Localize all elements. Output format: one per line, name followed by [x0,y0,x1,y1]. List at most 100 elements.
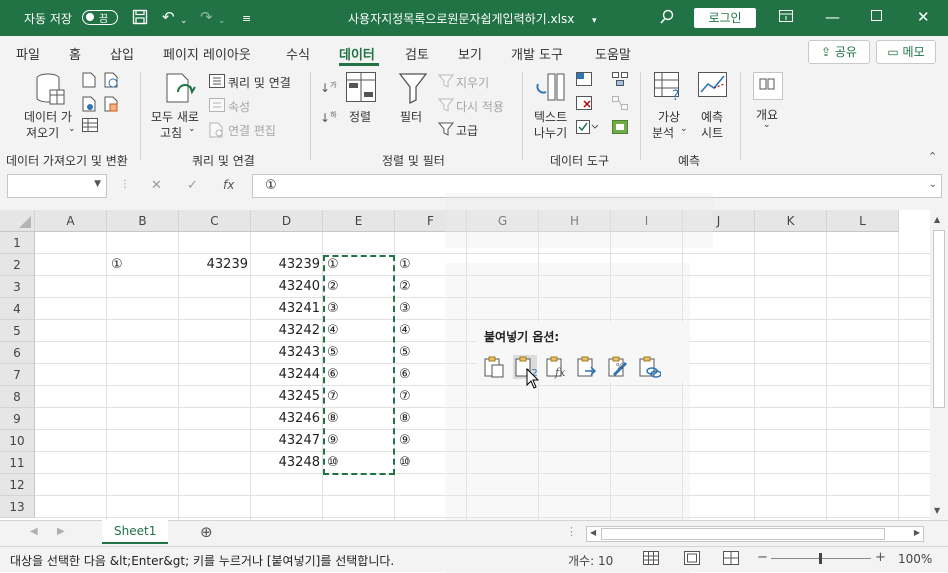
expand-formula-icon[interactable]: ⌄ [929,179,937,190]
data-model-icon[interactable] [612,120,628,138]
redo-icon[interactable]: ↷ [200,9,213,25]
existing-connections-icon[interactable] [104,96,118,116]
row-header-3[interactable]: 3 [0,276,35,298]
name-box[interactable]: ▼ [7,174,107,198]
scroll-right-icon[interactable]: ▶ [914,528,920,537]
ribbon-display-options-icon[interactable] [779,9,793,25]
tab-developer[interactable]: 개발 도구 [511,44,563,63]
recent-sources-icon[interactable] [104,72,118,92]
close-icon[interactable]: ✕ [917,9,930,25]
tab-file[interactable]: 파일 [16,44,40,63]
scroll-up-icon[interactable]: ▲ [934,215,940,224]
paste-icon[interactable] [482,355,506,379]
tab-split-grip-icon[interactable]: ⋮ [566,525,577,538]
page-break-view-icon[interactable] [723,551,739,568]
remove-duplicates-icon[interactable] [576,96,592,114]
column-header-l[interactable]: L [827,210,899,232]
row-header-4[interactable]: 4 [0,298,35,320]
cell-d11[interactable]: 43248 [251,452,320,474]
login-button[interactable]: 로그인 [694,8,756,28]
row-header-2[interactable]: 2 [0,254,35,276]
from-text-icon[interactable] [82,72,96,92]
prev-sheet-icon[interactable]: ◀ [30,526,38,537]
cell-d4[interactable]: 43241 [251,298,320,320]
row-header-8[interactable]: 8 [0,386,35,408]
minimize-icon[interactable]: — [825,9,840,25]
cell-d7[interactable]: 43244 [251,364,320,386]
row-header-6[interactable]: 6 [0,342,35,364]
tab-insert[interactable]: 삽입 [110,44,134,63]
new-sheet-icon[interactable]: ⊕ [200,523,213,541]
cell-d9[interactable]: 43246 [251,408,320,430]
data-validation-icon[interactable] [576,120,599,138]
cell-d2[interactable]: 43239 [251,254,320,276]
insert-function-icon[interactable]: fx [223,178,234,192]
tab-data[interactable]: 데이터 [339,44,375,63]
cell-b2[interactable]: ① [111,254,179,276]
next-sheet-icon[interactable]: ▶ [57,526,65,537]
select-all-corner[interactable] [0,210,35,232]
share-button[interactable]: ⇪ 공유 [808,40,870,64]
column-header-b[interactable]: B [107,210,179,232]
flash-fill-icon[interactable] [576,72,592,90]
row-header-5[interactable]: 5 [0,320,35,342]
column-header-a[interactable]: A [35,210,107,232]
sort-ascending-icon[interactable]: ↓가 [320,80,337,95]
tab-home[interactable]: 홈 [69,44,81,63]
normal-view-icon[interactable] [643,551,659,568]
scroll-left-icon[interactable]: ◀ [590,528,596,537]
tab-view[interactable]: 보기 [458,44,482,63]
save-icon[interactable] [132,9,148,28]
row-header-11[interactable]: 11 [0,452,35,474]
zoom-in-icon[interactable]: + [875,550,886,565]
page-layout-view-icon[interactable] [684,551,700,568]
sort-descending-icon[interactable]: ↓하 [320,110,337,125]
row-header-12[interactable]: 12 [0,474,35,496]
undo-dropdown-icon[interactable]: ⌄ [180,13,188,29]
autosave-toggle[interactable]: 끔 [82,10,118,25]
row-header-9[interactable]: 9 [0,408,35,430]
column-header-k[interactable]: K [755,210,827,232]
consolidate-icon[interactable] [612,72,628,90]
name-box-dropdown-icon[interactable]: ▼ [94,179,101,189]
enter-icon[interactable]: ✓ [187,178,198,193]
vertical-scroll-thumb[interactable] [933,230,945,408]
horizontal-scroll-thumb[interactable] [601,528,885,540]
paste-transpose-icon[interactable] [575,355,599,379]
collapse-ribbon-icon[interactable]: ⌃ [928,150,937,163]
paste-formulas-icon[interactable]: fx [544,355,568,379]
tab-review[interactable]: 검토 [405,44,429,63]
comments-button[interactable]: ▭ 메모 [876,40,936,64]
sheet-tab-sheet1[interactable]: Sheet1 [102,520,168,544]
tab-formulas[interactable]: 수식 [286,44,310,63]
cell-d10[interactable]: 43247 [251,430,320,452]
tab-page-layout[interactable]: 페이지 레이아웃 [163,44,251,63]
cancel-icon[interactable]: ✕ [151,178,162,193]
column-header-e[interactable]: E [323,210,395,232]
row-header-1[interactable]: 1 [0,232,35,254]
relationships-icon[interactable] [612,96,628,114]
zoom-slider-thumb[interactable] [819,553,822,564]
cell-d8[interactable]: 43245 [251,386,320,408]
from-table-icon[interactable] [82,118,98,136]
zoom-level[interactable]: 100% [898,552,932,566]
tab-help[interactable]: 도움말 [595,44,631,63]
cell-d6[interactable]: 43243 [251,342,320,364]
row-header-10[interactable]: 10 [0,430,35,452]
vertical-scrollbar[interactable]: ▲ ▼ [930,210,948,520]
row-header-7[interactable]: 7 [0,364,35,386]
paste-link-icon[interactable] [637,355,661,379]
search-icon[interactable] [660,9,674,28]
row-header-13[interactable]: 13 [0,496,35,518]
from-web-icon[interactable] [82,96,96,116]
cell-d5[interactable]: 43242 [251,320,320,342]
redo-dropdown-icon[interactable]: ⌄ [218,13,226,29]
cell-d3[interactable]: 43240 [251,276,320,298]
horizontal-scrollbar[interactable]: ◀ ▶ [586,526,924,542]
maximize-icon[interactable] [871,9,883,25]
zoom-out-icon[interactable]: − [757,550,768,565]
cell-c2[interactable]: 43239 [179,254,248,276]
column-header-d[interactable]: D [251,210,323,232]
customize-toolbar-icon[interactable]: ≡ [242,11,251,27]
scroll-down-icon[interactable]: ▼ [934,506,940,515]
